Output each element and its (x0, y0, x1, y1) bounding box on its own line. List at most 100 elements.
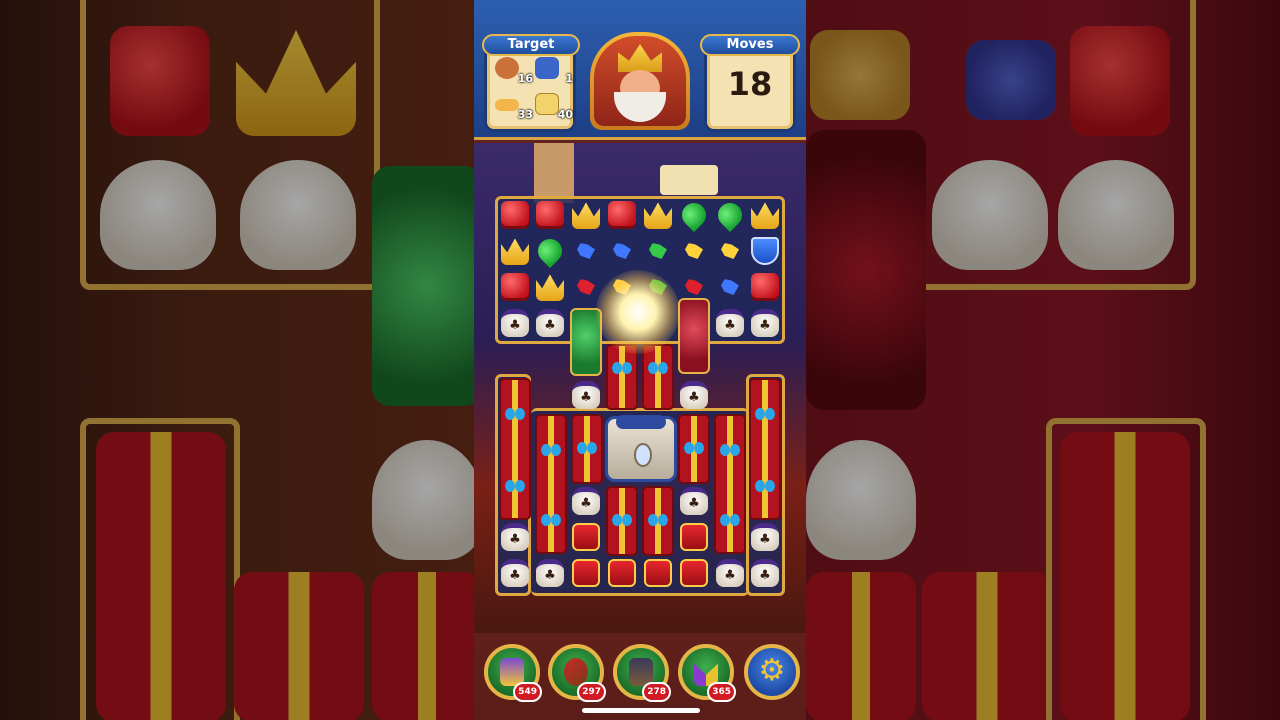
settings-button[interactable]: ⚙ (744, 644, 800, 700)
board-cell[interactable] (677, 484, 711, 518)
gift-column[interactable] (499, 378, 531, 520)
board-cell[interactable] (498, 270, 532, 304)
board-cell[interactable] (569, 556, 603, 590)
board-cell[interactable] (713, 556, 747, 590)
board-cell[interactable] (677, 234, 711, 268)
target-label: Target (482, 34, 580, 56)
board-cell[interactable] (498, 234, 532, 268)
envelope-icon (535, 93, 559, 115)
board-cell[interactable] (605, 198, 639, 232)
hammer-booster[interactable]: 549 (484, 644, 542, 702)
jester-booster[interactable]: 365 (678, 644, 736, 702)
board-cell[interactable] (569, 520, 603, 554)
treasure-chest (572, 523, 600, 551)
king-avatar (594, 36, 686, 126)
crown-gem (536, 274, 564, 301)
board-cell[interactable] (533, 306, 567, 340)
crown-gem (751, 202, 779, 229)
paw-pot (751, 309, 779, 337)
top-hud: 16 1 33 40 Target 18 Moves (474, 0, 806, 140)
gift-column[interactable] (749, 378, 781, 520)
gift-column[interactable] (535, 414, 567, 554)
background-dim (0, 0, 474, 720)
arrow-booster[interactable]: 297 (548, 644, 606, 702)
board-cell[interactable] (498, 556, 532, 590)
salt-machine[interactable] (605, 415, 677, 482)
bow-icon (577, 442, 597, 454)
moves-counter: 18 (727, 65, 773, 103)
booster-count: 365 (707, 682, 736, 702)
gift-column[interactable] (642, 344, 674, 410)
board-cell[interactable] (498, 520, 532, 554)
target-item-toy-bear: 16 (493, 55, 533, 85)
board-cell[interactable] (569, 234, 603, 268)
board-cell[interactable] (748, 556, 782, 590)
board-cell[interactable] (677, 556, 711, 590)
board-cell[interactable] (748, 306, 782, 340)
board-cell[interactable] (605, 556, 639, 590)
leaf-gem (713, 198, 747, 232)
bear-icon (495, 57, 519, 79)
board-cell[interactable] (498, 306, 532, 340)
board-cell[interactable] (605, 234, 639, 268)
board-cell[interactable] (569, 198, 603, 232)
target-count: 33 (517, 108, 533, 121)
paw-pot (680, 381, 708, 409)
booster-count: 297 (577, 682, 606, 702)
cannon-booster[interactable]: 278 (613, 644, 671, 702)
board-cell[interactable] (569, 484, 603, 518)
red-jar[interactable] (678, 298, 710, 374)
gift-column[interactable] (571, 414, 603, 484)
paw-pot (501, 309, 529, 337)
target-count: 1 (565, 72, 573, 85)
bow-icon (648, 362, 668, 374)
scenery-pillar (534, 143, 574, 203)
board-cell[interactable] (713, 234, 747, 268)
target-item-bone: 33 (493, 91, 533, 121)
bow-icon (612, 514, 632, 526)
paw-pot (572, 381, 600, 409)
board-cell[interactable] (641, 198, 675, 232)
board-cell[interactable] (641, 234, 675, 268)
board-cell[interactable] (748, 234, 782, 268)
board-cell[interactable] (677, 198, 711, 232)
red-shard (577, 279, 595, 295)
crown-icon (618, 44, 662, 72)
paw-pot (501, 523, 529, 551)
board-cell[interactable] (641, 556, 675, 590)
leaf-gem (533, 234, 567, 268)
gift-column[interactable] (714, 414, 746, 554)
bow-icon (720, 444, 740, 456)
board-cell[interactable] (677, 520, 711, 554)
gift-column[interactable] (606, 486, 638, 556)
gift-column[interactable] (606, 344, 638, 410)
bow-icon (648, 514, 668, 526)
droplet-icon (634, 443, 652, 467)
board-cell[interactable] (713, 198, 747, 232)
board-cell[interactable] (748, 198, 782, 232)
board-cell[interactable] (533, 556, 567, 590)
board-cell[interactable] (677, 378, 711, 412)
paw-pot (680, 487, 708, 515)
gift-column[interactable] (678, 414, 710, 484)
board-cell[interactable] (569, 378, 603, 412)
paw-pot (716, 559, 744, 587)
home-indicator[interactable] (582, 708, 700, 713)
yellow-shard (685, 243, 703, 259)
blue-shard (613, 243, 631, 259)
board-cell[interactable] (748, 520, 782, 554)
board-cell[interactable] (498, 198, 532, 232)
board-cell[interactable] (713, 270, 747, 304)
board-cell[interactable] (713, 306, 747, 340)
machine-lid (616, 415, 666, 429)
scenery-lamp (660, 165, 718, 195)
board-cell[interactable] (748, 270, 782, 304)
red-gem (751, 273, 779, 301)
board-cell[interactable] (533, 198, 567, 232)
board-cell[interactable] (533, 234, 567, 268)
red-gem (501, 201, 529, 229)
board-cell[interactable] (533, 270, 567, 304)
blue-shard (721, 279, 739, 295)
gift-column[interactable] (642, 486, 674, 556)
paw-pot (536, 559, 564, 587)
